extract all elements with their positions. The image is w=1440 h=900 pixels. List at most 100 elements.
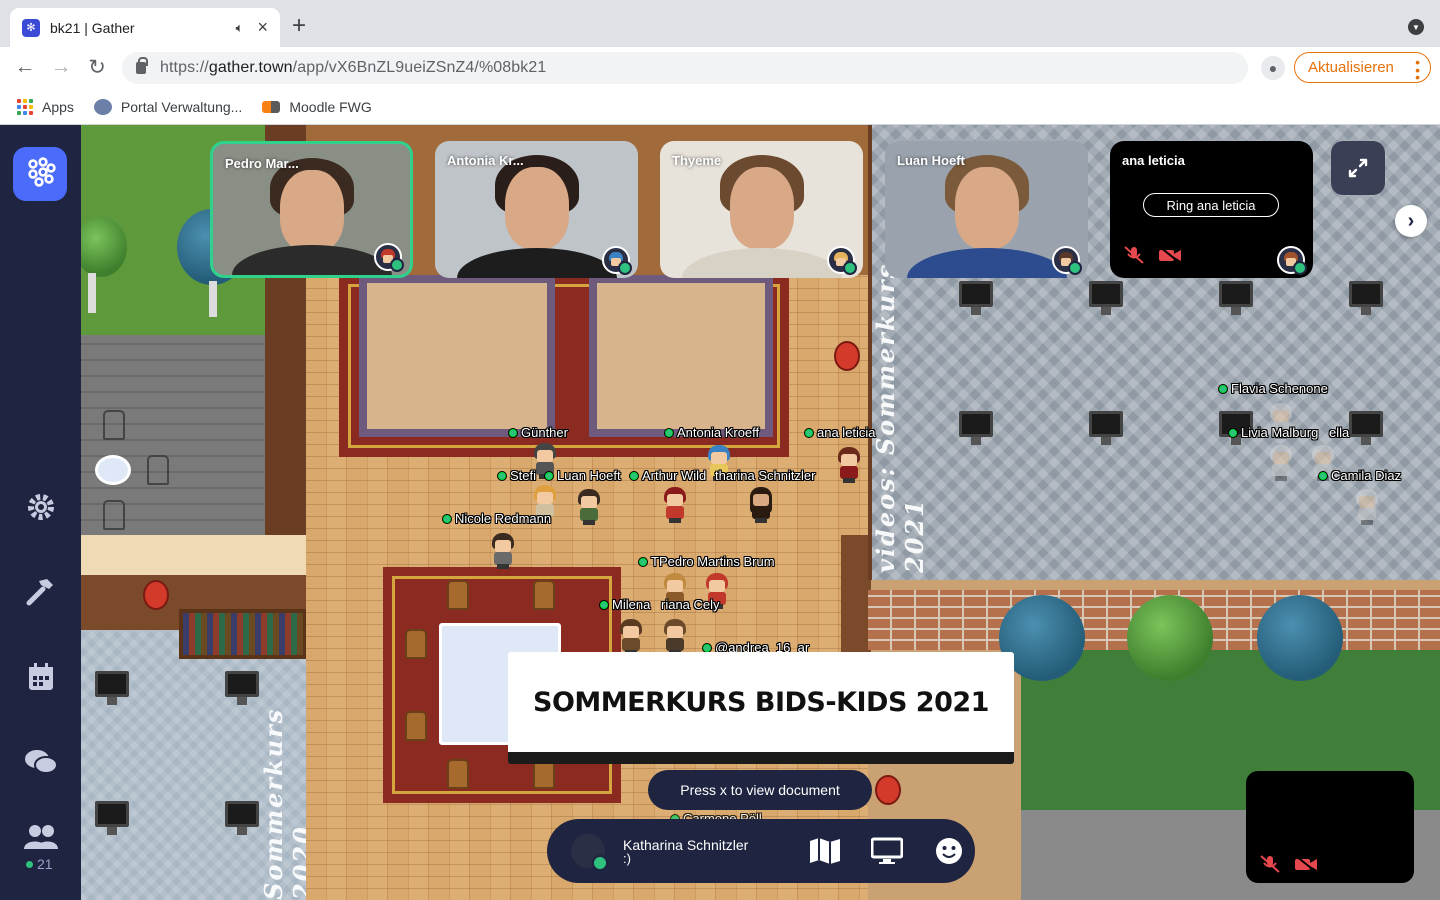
player-avatar[interactable] — [661, 619, 689, 655]
ring-button[interactable]: Ring ana leticia — [1143, 193, 1279, 217]
online-dot-icon — [26, 860, 33, 868]
map-button[interactable] — [805, 831, 845, 871]
expand-videos-button[interactable] — [1331, 141, 1385, 195]
speaker-icon[interactable]: 🔈︎ — [236, 20, 244, 36]
build-hammer-icon[interactable] — [21, 571, 61, 611]
tab-search-icon[interactable]: ▼ — [1408, 19, 1424, 35]
rug-panel — [589, 275, 773, 437]
document-preview[interactable]: SOMMERKURS BIDS-KIDS 2021 — [508, 652, 1014, 764]
wall — [81, 535, 306, 575]
camera-off-icon[interactable] — [1294, 855, 1318, 873]
gather-logo-icon[interactable] — [13, 147, 67, 201]
sidebar: 21 — [0, 125, 81, 900]
round-table — [95, 455, 131, 485]
moodle-icon — [262, 100, 281, 113]
monitor — [225, 671, 259, 705]
kebab-menu-icon[interactable]: • • • — [1415, 55, 1420, 84]
lantern-icon — [834, 341, 860, 371]
self-avatar[interactable] — [571, 834, 608, 871]
bookmark-label: Apps — [42, 98, 74, 115]
lantern-icon — [143, 580, 169, 610]
player-avatar[interactable] — [489, 533, 517, 569]
lantern-icon — [875, 775, 901, 805]
video-tile[interactable]: ana leticia Ring ana leticia — [1110, 141, 1313, 278]
player-name-label: Camila Diaz — [1319, 468, 1401, 483]
settings-gear-icon[interactable] — [21, 487, 61, 527]
video-tile[interactable]: Pedro Mar... — [210, 141, 413, 278]
chair — [533, 580, 555, 610]
lock-icon — [136, 57, 148, 74]
back-icon[interactable]: ← — [12, 55, 38, 79]
monitor — [1089, 281, 1123, 315]
browser-tab[interactable]: ✻ bk21 | Gather 🔈︎ × — [10, 8, 280, 47]
update-label: Aktualisieren — [1308, 59, 1394, 76]
monitor — [1089, 411, 1123, 445]
tree-trunk — [209, 281, 217, 317]
self-video-tile[interactable] — [1246, 771, 1414, 883]
address-bar[interactable]: https://gather.town/app/vX6BnZL9ueiZSnZ4… — [122, 52, 1248, 84]
next-videos-button[interactable]: › — [1395, 205, 1427, 237]
monitor — [1349, 281, 1383, 315]
participant-avatar — [602, 246, 632, 275]
tab-strip: ✻ bk21 | Gather 🔈︎ × + ▼ — [0, 0, 1440, 47]
player-avatar[interactable] — [747, 487, 775, 523]
chair — [405, 711, 427, 741]
chat-icon[interactable] — [21, 743, 61, 783]
player-avatar[interactable] — [835, 447, 863, 483]
emote-button[interactable] — [929, 831, 969, 871]
player-avatar[interactable] — [1353, 489, 1381, 525]
update-button[interactable]: Aktualisieren • • • — [1294, 52, 1431, 84]
player-avatar[interactable] — [575, 489, 603, 525]
bookmark-moodle[interactable]: Moodle FWG — [262, 99, 372, 115]
bookmark-portal[interactable]: Portal Verwaltung... — [93, 98, 243, 115]
participant-avatar — [1052, 246, 1082, 275]
rug-panel — [359, 275, 555, 437]
mic-off-icon[interactable] — [1258, 855, 1282, 873]
video-tile[interactable]: Thyeme — [660, 141, 863, 278]
monitor — [1219, 281, 1253, 315]
online-count[interactable]: 21 — [26, 856, 53, 872]
profile-icon[interactable]: ● — [1261, 56, 1285, 80]
tab-title: bk21 | Gather — [50, 19, 135, 36]
emoji-icon — [936, 838, 962, 864]
gather-app: 21 Sommerkurs 2020 videos: Sommerkurs 20… — [0, 125, 1440, 900]
press-x-hint: Press x to view document — [648, 770, 872, 810]
self-name[interactable]: Katharina Schnitzler — [623, 838, 783, 852]
bookmarks-bar: Apps Portal Verwaltung... Moodle FWG — [0, 89, 1440, 125]
portal-icon — [93, 98, 112, 115]
chair — [103, 410, 125, 440]
apps-grid-icon — [17, 98, 33, 115]
forward-icon[interactable]: → — [48, 55, 74, 79]
bookmark-apps[interactable]: Apps — [17, 98, 74, 115]
chevron-right-icon: › — [1407, 209, 1415, 232]
screen-share-icon — [871, 837, 903, 864]
browser-toolbar: ← → ↻ https://gather.town/app/vX6BnZL9ue… — [0, 47, 1440, 89]
participant-avatar — [827, 246, 857, 275]
online-count-number: 21 — [37, 856, 53, 872]
monitor — [225, 801, 259, 835]
monitor — [959, 281, 993, 315]
reload-icon[interactable]: ↻ — [84, 55, 110, 80]
video-tile[interactable]: Antonia Kr... — [435, 141, 638, 278]
screen-share-button[interactable] — [867, 831, 907, 871]
stairs — [841, 535, 871, 655]
player-name-label: ana leticia — [805, 425, 876, 440]
bookmark-label: Portal Verwaltung... — [120, 98, 243, 115]
player-avatar[interactable] — [1267, 445, 1295, 481]
room-2021-label: videos: Sommerkurs 2021 — [871, 262, 929, 573]
tree-trunk — [88, 273, 96, 313]
close-tab-icon[interactable]: × — [257, 17, 268, 38]
player-avatar[interactable] — [617, 619, 645, 655]
calendar-icon[interactable] — [21, 657, 61, 697]
video-participant-name: Antonia Kr... — [447, 153, 524, 168]
game-map[interactable]: Sommerkurs 2020 videos: Sommerkurs 2021 — [81, 125, 1440, 900]
participants-icon[interactable] — [21, 817, 61, 857]
player-name-label: Nicole Redmann — [443, 511, 551, 526]
self-status[interactable]: :) — [623, 852, 783, 865]
map-icon — [810, 838, 840, 864]
video-tile[interactable]: Luan Hoeft — [885, 141, 1088, 278]
gather-favicon-icon: ✻ — [22, 18, 40, 37]
chair — [405, 629, 427, 659]
new-tab-button[interactable]: + — [292, 12, 306, 40]
player-avatar[interactable] — [661, 487, 689, 523]
